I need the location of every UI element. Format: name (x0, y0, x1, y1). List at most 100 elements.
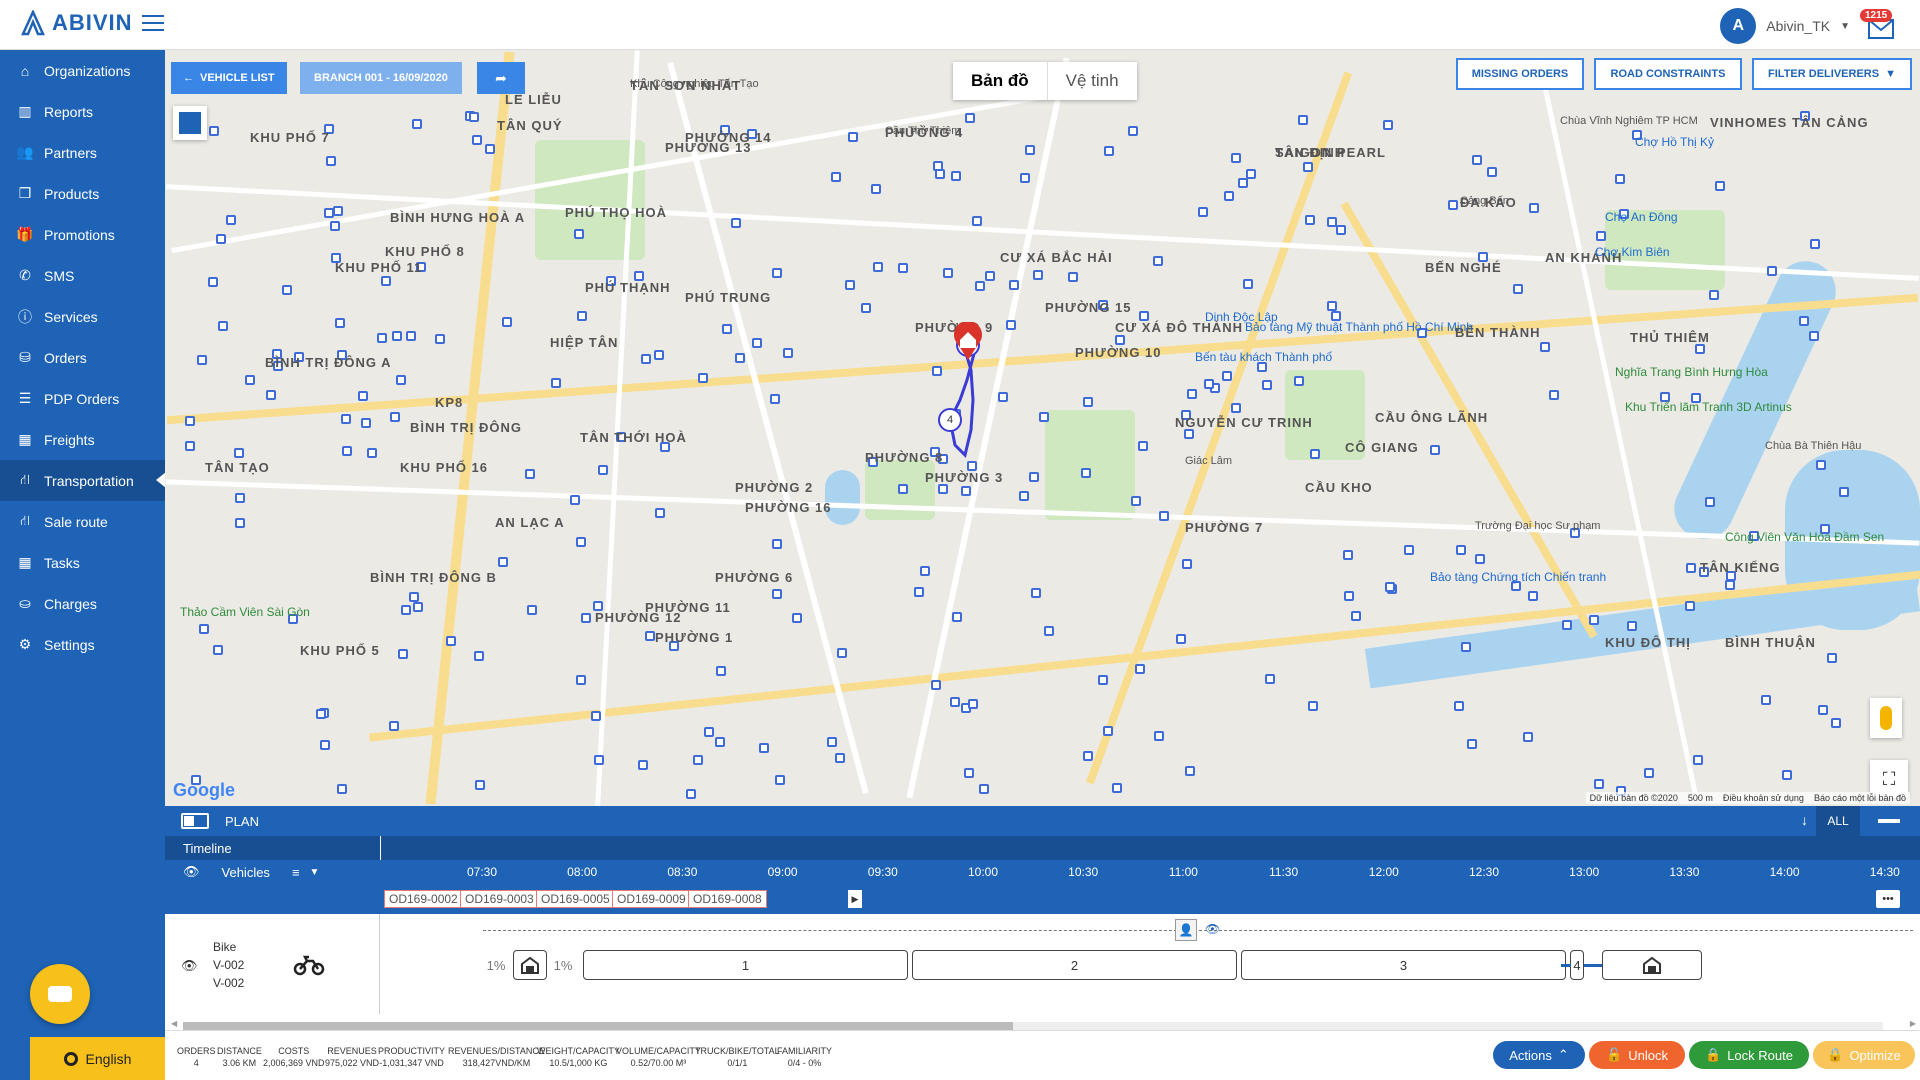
gift-icon: 🎁 (16, 226, 34, 242)
hour-label: 09:30 (867, 865, 898, 879)
branch-selector[interactable]: BRANCH 001 - 16/09/2020 (300, 62, 462, 94)
hour-label: 08:30 (667, 865, 698, 879)
order-chip[interactable]: OD169-0005 (536, 890, 615, 908)
hour-label: 11:30 (1269, 865, 1299, 879)
scroll-left-icon[interactable]: ◀ (171, 1019, 177, 1028)
plan-toggle-switch[interactable] (181, 813, 209, 829)
hour-label: 10:30 (1068, 865, 1099, 879)
sidebar-item-organizations[interactable]: ⌂ Organizations (0, 50, 165, 91)
driver-icon[interactable]: 👤 (1175, 919, 1197, 941)
caret-down-icon[interactable]: ▼ (310, 867, 320, 878)
sidebar-item-label: Orders (44, 349, 87, 366)
sidebar-item-services[interactable]: ⓘ Services (0, 296, 165, 337)
map[interactable]: TÂN SƠN NHẤT PHƯỜNG 4 TÂN ĐỊNH ĐA KAO BẾN TH… (165, 50, 1920, 806)
unlock-label: Unlock (1628, 1047, 1668, 1063)
sidebar-item-sale-route[interactable]: ⛙ Sale route (0, 501, 165, 542)
scroll-right-icon[interactable]: ▶ (1910, 1019, 1916, 1028)
lock-route-button[interactable]: 🔒 Lock Route (1689, 1041, 1809, 1069)
sidebar-item-reports[interactable]: ▥ Reports (0, 91, 165, 132)
map-scale: 500 m (1687, 793, 1713, 803)
actions-button[interactable]: Actions ⌃ (1493, 1041, 1585, 1069)
filter-icon: ▼ (1885, 68, 1896, 80)
sidebar-item-promotions[interactable]: 🎁 Promotions (0, 214, 165, 255)
depot-marker-icon[interactable] (951, 322, 985, 362)
eye-icon[interactable]: 👁 (181, 958, 198, 974)
chat-button[interactable] (30, 964, 90, 1024)
sidebar-item-tasks[interactable]: ▦ Tasks (0, 542, 165, 583)
vehicle-list-button[interactable]: ← VEHICLE LIST (171, 62, 287, 94)
scrollbar-thumb[interactable] (183, 1022, 1013, 1030)
sidebar-item-charges[interactable]: ⛀ Charges (0, 583, 165, 624)
more-icon[interactable]: ••• (1876, 890, 1900, 908)
stop-box[interactable]: 3 (1241, 950, 1566, 980)
avatar[interactable]: A (1720, 8, 1757, 44)
order-chip[interactable]: OD169-0002 (384, 890, 463, 908)
road-constraints-button[interactable]: ROAD CONSTRAINTS (1594, 58, 1742, 90)
mail-icon (1868, 19, 1894, 39)
stop-box[interactable]: 2 (912, 950, 1237, 980)
stat-value: 10.5/1,000 KG (549, 1058, 608, 1068)
show-all-button[interactable]: ALL (1816, 806, 1860, 836)
timeline-scrollbar[interactable]: ◀ ▶ (165, 1014, 1920, 1030)
language-label: English (85, 1050, 132, 1067)
stat-label: REVENUES (327, 1046, 377, 1056)
eye-icon[interactable]: 👁 (1205, 922, 1220, 936)
vehicle-row: 👁 Bike V-002 V-002 👤 👁 1% 1% 1 2 3 4 (165, 914, 1920, 1014)
street-view-pegman-icon[interactable] (1870, 698, 1902, 738)
filter-deliverers-label: FILTER DELIVERERS (1768, 68, 1880, 80)
road-icon: ⛙ (20, 471, 30, 487)
brand-logo[interactable]: ABIVIN (20, 10, 133, 36)
stat-revenues: REVENUES 975,022 VND (325, 1045, 379, 1069)
sidebar-item-partners[interactable]: 👥 Partners (0, 132, 165, 173)
minimize-icon[interactable] (1878, 819, 1900, 823)
menu-toggle-icon[interactable] (142, 15, 164, 33)
language-selector[interactable]: English (30, 1037, 165, 1080)
draw-area-button[interactable] (173, 106, 207, 140)
play-icon[interactable]: ▶ (848, 890, 862, 908)
stop-box[interactable]: 1 (583, 950, 908, 980)
sidebar-item-transportation[interactable]: ⛙ Transportation (0, 460, 166, 501)
missing-orders-button[interactable]: MISSING ORDERS (1456, 58, 1584, 90)
sort-icon[interactable]: ≡ (292, 865, 300, 880)
sidebar-item-orders[interactable]: ⛁ Orders (0, 337, 165, 378)
terms-link[interactable]: Điều khoản sử dụng (1723, 793, 1804, 803)
sidebar-item-label: Services (44, 308, 98, 325)
share-icon[interactable]: ➦ (477, 62, 525, 94)
unlock-button[interactable]: 🔓 Unlock (1589, 1041, 1685, 1069)
order-chip[interactable]: OD169-0008 (688, 890, 767, 908)
sidebar-item-freights[interactable]: ▦ Freights (0, 419, 165, 460)
filter-deliverers-button[interactable]: FILTER DELIVERERS ▼ (1752, 58, 1912, 90)
username[interactable]: Abivin_TK (1766, 18, 1830, 34)
unlock-icon: 🔓 (1606, 1047, 1623, 1062)
lock-route-label: Lock Route (1727, 1047, 1793, 1063)
route-stop-4[interactable]: 4 (938, 408, 962, 432)
actions-label: Actions (1509, 1047, 1552, 1063)
map-type-satellite[interactable]: Vệ tinh (1046, 62, 1137, 100)
hour-label: 08:00 (567, 865, 598, 879)
chevron-down-icon[interactable]: ▼ (1840, 21, 1850, 32)
stat-volume-capacity: VOLUME/CAPACITY 0.52/70.00 M³ (616, 1045, 701, 1069)
report-error-link[interactable]: Báo cáo một lỗi bản đồ (1814, 793, 1906, 803)
map-type-map[interactable]: Bản đồ (953, 62, 1047, 100)
optimize-button[interactable]: 🔒 Optimize (1813, 1041, 1915, 1069)
hour-label: 13:30 (1669, 865, 1700, 879)
sidebar-item-products[interactable]: ❒ Products (0, 173, 165, 214)
info-icon: ⓘ (18, 308, 32, 325)
home-icon: ⌂ (20, 62, 30, 79)
sidebar-item-sms[interactable]: ✆ SMS (0, 255, 165, 296)
google-logo: Google (173, 780, 235, 800)
optimize-label: Optimize (1849, 1047, 1901, 1063)
hour-label: 12:30 (1468, 865, 1500, 879)
eye-icon[interactable]: 👁 (183, 864, 200, 880)
order-chip[interactable]: OD169-0009 (612, 890, 691, 908)
stat-label: PRODUCTIVITY (378, 1046, 446, 1056)
sidebar-item-pdp-orders[interactable]: ☰ PDP Orders (0, 378, 165, 419)
user-menu[interactable]: A Abivin_TK ▼ 1215 (1720, 8, 1896, 44)
arrow-down-icon[interactable]: ↓ (1801, 812, 1808, 828)
sidebar-item-label: Products (44, 185, 100, 202)
users-icon: 👥 (16, 144, 34, 160)
stop-box[interactable]: 4 (1570, 950, 1584, 980)
sidebar-item-settings[interactable]: ⚙ Settings (0, 624, 165, 665)
notifications[interactable]: 1215 (1860, 9, 1896, 41)
order-chip[interactable]: OD169-0003 (460, 890, 539, 908)
